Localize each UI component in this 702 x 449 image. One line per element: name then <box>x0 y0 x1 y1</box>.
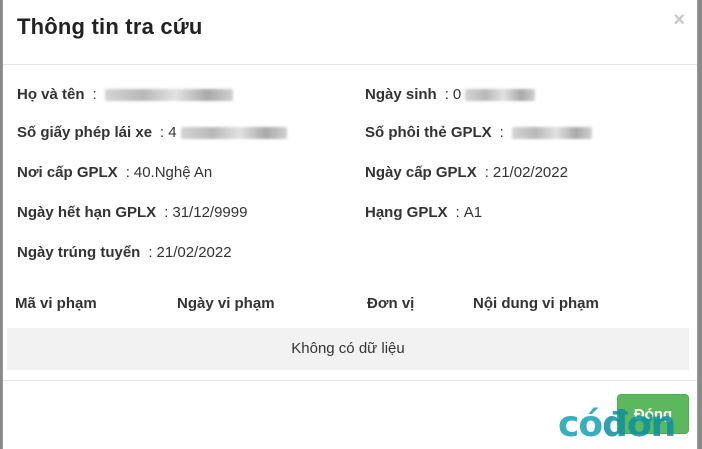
field-issue-date: Ngày cấp GPLX:21/02/2022 <box>365 164 568 181</box>
field-issue-place: Nơi cấp GPLX:40.Nghệ An <box>17 164 213 181</box>
field-value: 21/02/2022 <box>492 164 568 181</box>
dialog-header: Thông tin tra cứu × <box>3 0 697 65</box>
field-value: 31/12/9999 <box>172 204 248 221</box>
close-icon[interactable]: × <box>673 10 685 30</box>
field-label: Hạng GPLX <box>365 204 448 221</box>
field-label: Ngày sinh <box>365 86 437 103</box>
column-header: Nội dung vi phạm <box>473 295 599 312</box>
watermark-part2: đơn <box>602 404 676 445</box>
column-header: Ngày vi phạm <box>177 295 275 312</box>
column-header: Mã vi phạm <box>15 295 97 312</box>
violations-table-header: Mã vi phạm Ngày vi phạm Đơn vị Nội dung … <box>3 295 697 317</box>
redacted-value <box>180 127 287 140</box>
field-birth-date: Ngày sinh:0 <box>365 86 536 103</box>
field-license-class: Hạng GPLX: A1 <box>365 204 483 221</box>
field-label: Số phôi thẻ GPLX <box>365 124 492 141</box>
field-license-number: Số giấy phép lái xe:4 <box>17 124 287 141</box>
field-value: 21/02/2022 <box>156 244 232 261</box>
field-pass-date: Ngày trúng tuyển:21/02/2022 <box>17 244 232 261</box>
field-expiry-date: Ngày hết hạn GPLX:31/12/9999 <box>17 204 248 221</box>
redacted-value <box>512 127 593 140</box>
footer-divider <box>3 380 697 381</box>
field-value: A1 <box>463 204 483 221</box>
field-label: Ngày trúng tuyển <box>17 244 141 261</box>
dialog-title: Thông tin tra cứu <box>17 14 203 39</box>
field-label: Nơi cấp GPLX <box>17 164 118 181</box>
redacted-value <box>465 89 536 102</box>
column-header: Đơn vị <box>367 295 415 312</box>
field-label: Ngày hết hạn GPLX <box>17 204 157 221</box>
field-value: 40.Nghệ An <box>133 164 213 181</box>
field-card-serial: Số phôi thẻ GPLX: <box>365 124 593 141</box>
field-label: Số giấy phép lái xe <box>17 124 153 141</box>
field-full-name: Họ và tên: <box>17 86 233 103</box>
lookup-dialog: Thông tin tra cứu × Họ và tên: Ngày sinh… <box>2 0 698 449</box>
redacted-value <box>104 89 233 102</box>
violations-empty-row: Không có dữ liệu <box>7 328 689 370</box>
field-label: Ngày cấp GPLX <box>365 164 477 181</box>
field-label: Họ và tên <box>17 86 85 103</box>
watermark-part1: có <box>558 404 603 445</box>
codon-logo-watermark: cóđơn <box>558 404 676 445</box>
